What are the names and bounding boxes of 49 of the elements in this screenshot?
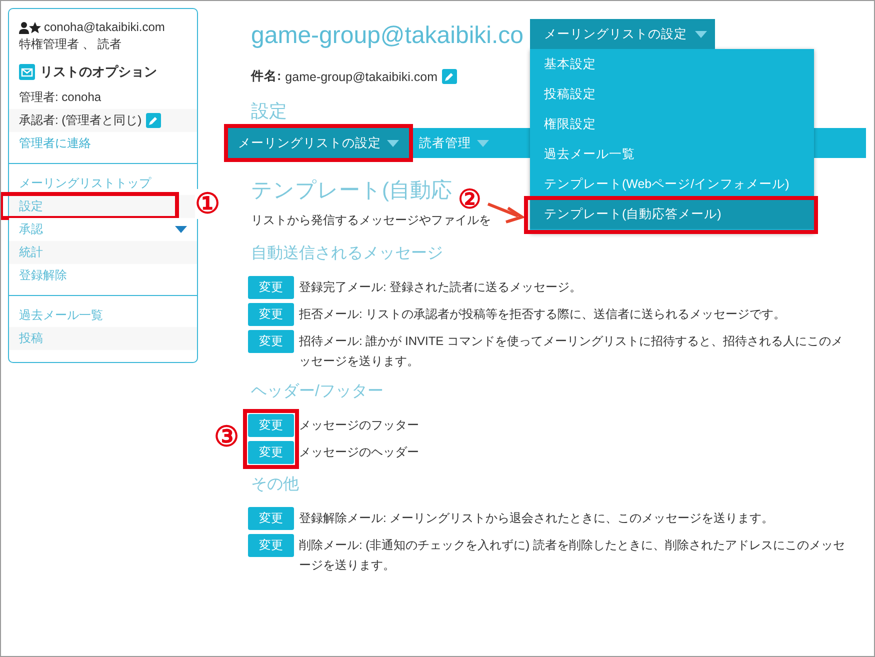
list-title: game-group@takaibiki.co <box>251 22 524 50</box>
dropdown-item[interactable]: 権限設定 <box>530 109 814 139</box>
row-description: メッセージのフッター <box>299 417 419 434</box>
caret-icon <box>695 30 707 38</box>
info-text: 承認者: (管理者と同じ) <box>19 112 142 129</box>
group-heading: ヘッダー/フッター <box>251 382 384 402</box>
subject-label: 件名: <box>251 68 282 85</box>
dropdown-item[interactable]: 過去メール一覧 <box>530 139 814 169</box>
change-button[interactable]: 変更 <box>248 534 294 557</box>
dropdown-item[interactable]: テンプレート(自動応答メール) <box>530 199 814 229</box>
row-description: 登録完了メール: 登録された読者に送るメッセージ。 <box>299 279 582 296</box>
page-heading: テンプレート(自動応 <box>251 178 452 204</box>
dropdown-toggle[interactable]: メーリングリストの設定 <box>530 19 715 49</box>
group-heading: その他 <box>251 475 299 495</box>
edit-icon[interactable] <box>146 113 161 128</box>
change-button[interactable]: 変更 <box>248 276 294 299</box>
edit-icon[interactable] <box>442 69 457 84</box>
row-description: 削除メール: (非通知のチェックを入れずに) 読者を削除したときに、削除されたアドレスにこのメッセージを送ります。 <box>299 537 846 574</box>
page-description: リストから発信するメッセージやファイルを <box>251 212 491 229</box>
nav-tab[interactable]: 読者管理 <box>409 128 499 158</box>
sidebar-item[interactable]: 統計 <box>9 241 197 264</box>
contact-link[interactable]: 管理者に連絡 <box>19 135 91 152</box>
group-heading: 自動送信されるメッセージ <box>251 244 443 264</box>
user-star-icon <box>19 22 41 34</box>
sidebar-item[interactable]: 投稿 <box>9 327 197 350</box>
row-description: 招待メール: 誰かが INVITE コマンドを使ってメーリングリストに招待すると、招待される人にこのメッセージを送ります。 <box>299 333 844 370</box>
caret-icon <box>175 226 187 233</box>
mail-icon <box>19 64 35 80</box>
dropdown-item[interactable]: 基本設定 <box>530 49 814 79</box>
change-button[interactable]: 変更 <box>248 441 294 464</box>
dropdown-item[interactable]: 投稿設定 <box>530 79 814 109</box>
user-email: conoha@takaibiki.com <box>44 19 165 36</box>
change-button[interactable]: 変更 <box>248 303 294 326</box>
caret-icon <box>387 140 399 146</box>
caret-icon <box>477 140 489 146</box>
change-button[interactable]: 変更 <box>248 414 294 437</box>
change-button[interactable]: 変更 <box>248 507 294 530</box>
row-description: メッセージのヘッダー <box>299 444 419 461</box>
nav-tab[interactable]: メーリングリストの設定 <box>228 128 409 158</box>
user-roles: 特権管理者 、 読者 <box>19 37 122 51</box>
section-title: 設定 <box>251 100 287 123</box>
options-title: リストのオプション <box>40 63 157 80</box>
row-description: 登録解除メール: メーリングリストから退会されたときに、このメッセージを送ります。 <box>299 510 774 527</box>
info-text: 管理者: conoha <box>19 89 102 106</box>
step-number: ① <box>195 189 220 219</box>
row-description: 拒否メール: リストの承認者が投稿等を拒否する際に、送信者に送られるメッセージです。 <box>299 306 786 323</box>
change-button[interactable]: 変更 <box>248 330 294 353</box>
subject-value: game-group@takaibiki.com <box>285 70 438 84</box>
dropdown-item[interactable]: テンプレート(Webページ/インフォメール) <box>530 169 814 199</box>
